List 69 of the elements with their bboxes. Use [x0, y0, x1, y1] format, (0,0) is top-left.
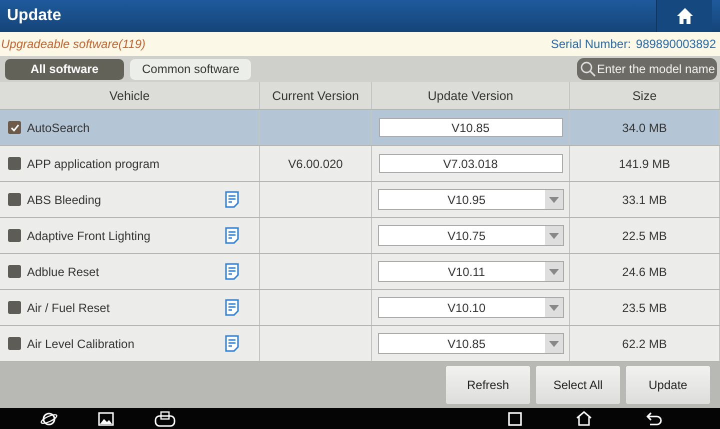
note-icon[interactable]	[225, 263, 239, 280]
checkbox[interactable]	[8, 229, 21, 242]
file-size: 24.6 MB	[622, 264, 667, 278]
checkbox[interactable]	[8, 265, 21, 278]
file-size: 141.9 MB	[618, 156, 670, 170]
dropdown-arrow-icon	[548, 268, 558, 274]
vehicle-name: Adblue Reset	[27, 264, 100, 278]
checkbox[interactable]	[8, 121, 21, 134]
version-dropdown[interactable]: V10.10	[378, 297, 564, 318]
checkbox[interactable]	[8, 157, 21, 170]
column-header: Vehicle	[0, 82, 260, 109]
back-icon[interactable]	[646, 412, 662, 426]
search-field[interactable]: Enter the model name	[577, 58, 717, 80]
current-version: V6.00.020	[288, 156, 343, 170]
vehicle-name: Adaptive Front Lighting	[27, 228, 152, 242]
table-row[interactable]: Adblue Reset V10.11 24.6 MB	[0, 254, 720, 290]
note-icon[interactable]	[225, 299, 239, 316]
vehicle-name: AutoSearch	[27, 120, 91, 134]
column-header: Current Version	[260, 82, 372, 109]
recent-apps-icon[interactable]	[508, 412, 522, 426]
version-dropdown[interactable]: V10.11	[378, 261, 564, 282]
planet-icon[interactable]	[40, 410, 58, 426]
tab[interactable]: All software	[5, 58, 124, 80]
upgradeable-count: Upgradeable software(119)	[1, 37, 146, 51]
checkbox[interactable]	[8, 301, 21, 314]
action-button[interactable]: Refresh	[446, 366, 530, 404]
vci-icon[interactable]	[154, 410, 176, 426]
home-icon[interactable]	[576, 411, 592, 426]
version-field: V7.03.018	[378, 154, 562, 173]
version-dropdown[interactable]: V10.85	[378, 333, 564, 354]
vehicle-name: APP application program	[27, 156, 161, 170]
file-size: 34.0 MB	[622, 120, 667, 134]
image-icon[interactable]	[98, 412, 114, 426]
vehicle-name: ABS Bleeding	[27, 192, 102, 206]
version-field: V10.85	[378, 118, 562, 137]
table-row[interactable]: APP application program V6.00.020 V7.03.018 141.9 MB	[0, 146, 720, 182]
home-button[interactable]	[656, 0, 712, 32]
dropdown-arrow-icon	[548, 340, 558, 346]
window-title: Update	[6, 7, 62, 25]
table-row[interactable]: Adaptive Front Lighting V10.75 22.5 MB	[0, 218, 720, 254]
serial-label: Serial Number:	[550, 37, 631, 51]
action-button[interactable]: Update	[626, 366, 710, 404]
file-size: 62.2 MB	[622, 336, 667, 350]
table-row[interactable]: Air / Fuel Reset V10.10 23.5 MB	[0, 290, 720, 326]
column-header: Size	[570, 82, 720, 109]
tab[interactable]: Common software	[130, 58, 252, 80]
note-icon[interactable]	[225, 191, 239, 208]
column-header: Update Version	[372, 82, 570, 109]
table-row[interactable]: Air Level Calibration V10.85 62.2 MB	[0, 326, 720, 362]
note-icon[interactable]	[225, 227, 239, 244]
dropdown-arrow-icon	[548, 196, 558, 202]
search-icon	[580, 61, 596, 77]
note-icon[interactable]	[225, 335, 239, 352]
home-icon	[676, 7, 694, 25]
dropdown-arrow-icon	[548, 304, 558, 310]
version-dropdown[interactable]: V10.95	[378, 189, 564, 210]
table-row[interactable]: ABS Bleeding V10.95 33.1 MB	[0, 182, 720, 218]
table-row[interactable]: AutoSearch V10.85 34.0 MB	[0, 110, 720, 146]
dropdown-arrow-icon	[548, 232, 558, 238]
action-button[interactable]: Select All	[536, 366, 620, 404]
vehicle-name: Air Level Calibration	[27, 336, 136, 350]
file-size: 22.5 MB	[622, 228, 667, 242]
serial-number: 989890003892	[636, 37, 716, 51]
file-size: 33.1 MB	[622, 192, 667, 206]
vehicle-name: Air / Fuel Reset	[27, 300, 111, 314]
checkbox[interactable]	[8, 193, 21, 206]
version-dropdown[interactable]: V10.75	[378, 225, 564, 246]
file-size: 23.5 MB	[622, 300, 667, 314]
checkbox[interactable]	[8, 337, 21, 350]
